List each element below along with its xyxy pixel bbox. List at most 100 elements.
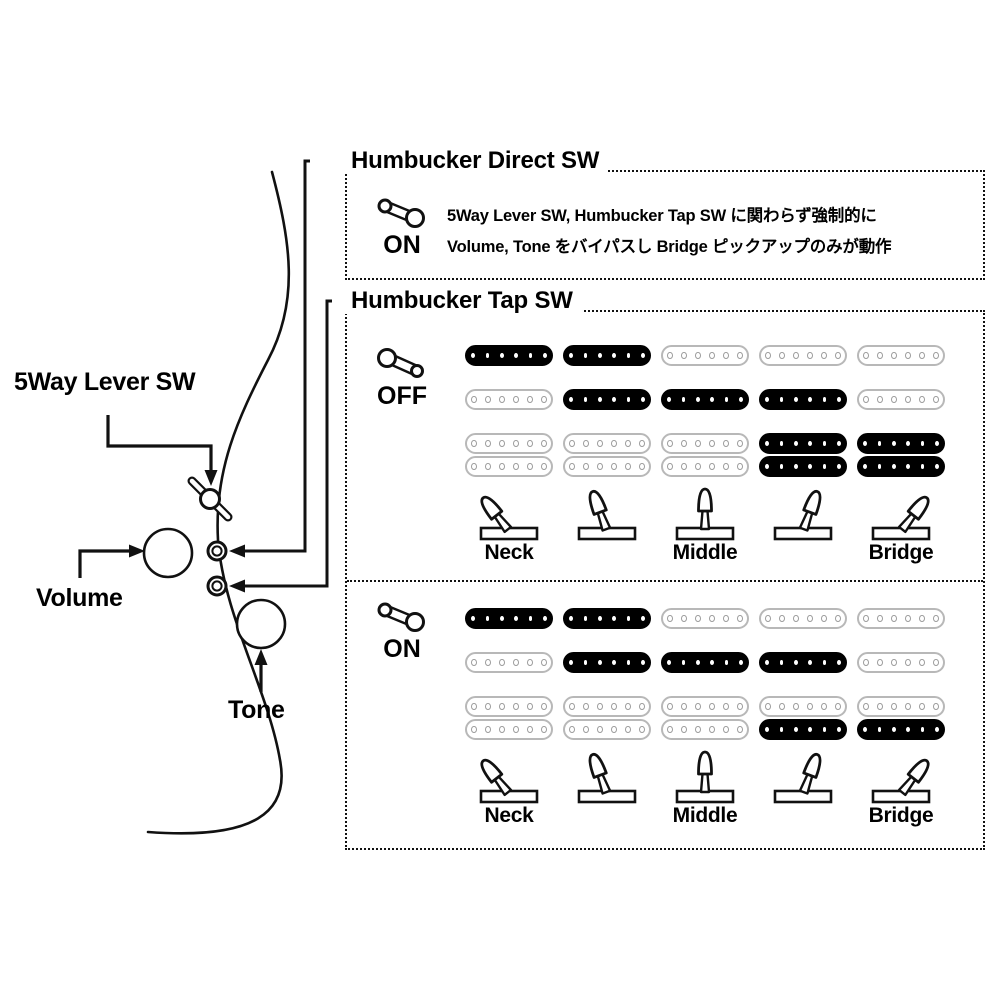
pole-piece xyxy=(710,397,715,402)
pole-piece xyxy=(541,440,547,447)
pole-piece xyxy=(934,441,939,446)
pole-piece xyxy=(639,703,645,710)
pole-piece xyxy=(471,353,476,358)
pole-piece xyxy=(905,396,911,403)
pole-piece xyxy=(667,440,673,447)
direct-sw-toggle: ON xyxy=(367,196,437,258)
single-coil xyxy=(465,608,553,629)
pole-piece xyxy=(485,726,491,733)
pole-piece xyxy=(569,726,575,733)
pole-piece xyxy=(905,659,911,666)
pole-piece xyxy=(737,703,743,710)
direct-sw-state-label: ON xyxy=(383,231,421,259)
pickup-bridge-humbucker-pos5 xyxy=(857,696,945,740)
pole-piece xyxy=(920,441,925,446)
lever-position-3[interactable] xyxy=(661,485,749,543)
pole-piece xyxy=(513,726,519,733)
pole-piece xyxy=(737,440,743,447)
single-coil xyxy=(759,389,847,410)
guitar-outline xyxy=(146,170,291,835)
pickup-bridge-humbucker-pos5 xyxy=(857,433,945,477)
single-coil xyxy=(661,345,749,366)
pole-piece xyxy=(569,463,575,470)
lever-position-2[interactable] xyxy=(563,485,651,543)
volume-knob xyxy=(142,527,194,579)
pole-piece xyxy=(807,615,813,622)
pole-piece xyxy=(640,397,645,402)
pickup-bridge-humbucker-pos2 xyxy=(563,433,651,477)
pole-piece xyxy=(779,703,785,710)
pole-piece xyxy=(471,463,477,470)
pole-piece xyxy=(822,397,827,402)
lever-position-4[interactable] xyxy=(759,748,847,806)
pickup-neck-single-coil-pos4 xyxy=(759,608,847,629)
lever-position-1[interactable] xyxy=(465,748,553,806)
pole-piece xyxy=(934,727,939,732)
pole-piece xyxy=(765,660,770,665)
pole-piece xyxy=(541,396,547,403)
pole-piece xyxy=(569,703,575,710)
single-coil xyxy=(759,608,847,629)
pole-piece xyxy=(499,616,504,621)
pole-piece xyxy=(583,463,589,470)
humbucker-top-coil xyxy=(465,433,553,454)
pole-piece xyxy=(569,353,574,358)
pole-piece xyxy=(611,440,617,447)
pole-piece xyxy=(597,660,602,665)
pole-piece xyxy=(807,352,813,359)
lever-position-5[interactable] xyxy=(857,748,945,806)
pole-piece xyxy=(807,703,813,710)
pole-piece xyxy=(485,440,491,447)
pole-piece xyxy=(709,440,715,447)
pole-piece xyxy=(499,703,505,710)
humbucker-top-coil xyxy=(465,696,553,717)
humbucker-bottom-coil xyxy=(563,456,651,477)
pole-piece xyxy=(471,396,477,403)
pole-piece xyxy=(765,615,771,622)
pole-piece xyxy=(583,397,588,402)
pole-piece xyxy=(821,352,827,359)
pole-piece xyxy=(793,660,798,665)
pole-piece xyxy=(822,441,827,446)
single-coil xyxy=(563,652,651,673)
pole-piece xyxy=(681,703,687,710)
lever-position-4[interactable] xyxy=(759,485,847,543)
pole-piece xyxy=(667,352,673,359)
pole-piece xyxy=(765,727,770,732)
pole-piece xyxy=(499,353,504,358)
pole-piece xyxy=(625,726,631,733)
pole-piece xyxy=(527,659,533,666)
lever-position-3[interactable] xyxy=(661,748,749,806)
pickup-neck-single-coil-pos1 xyxy=(465,345,553,366)
single-coil xyxy=(857,345,945,366)
humbucker-top-coil xyxy=(857,433,945,454)
pole-piece xyxy=(920,464,925,469)
pole-piece xyxy=(863,396,869,403)
pole-piece xyxy=(891,352,897,359)
pole-piece xyxy=(821,703,827,710)
lever-position-5[interactable] xyxy=(857,485,945,543)
pickup-bridge-humbucker-pos1 xyxy=(465,696,553,740)
pickup-middle-single-coil-pos3 xyxy=(661,389,749,410)
label-volume: Volume xyxy=(36,584,123,612)
single-coil xyxy=(857,652,945,673)
pole-piece xyxy=(779,615,785,622)
pickup-middle-single-coil-pos5 xyxy=(857,389,945,410)
pole-piece xyxy=(625,463,631,470)
pole-piece xyxy=(723,352,729,359)
pole-piece xyxy=(765,441,770,446)
leader-humbucker-direct xyxy=(243,159,310,553)
pole-piece xyxy=(485,659,491,666)
pole-piece xyxy=(905,352,911,359)
pole-piece xyxy=(765,352,771,359)
pole-piece xyxy=(527,726,533,733)
pole-piece xyxy=(919,615,925,622)
pole-piece xyxy=(528,353,533,358)
lever-position-1[interactable] xyxy=(465,485,553,543)
pole-piece xyxy=(765,397,770,402)
pole-piece xyxy=(612,660,617,665)
pole-piece xyxy=(877,396,883,403)
pole-piece xyxy=(485,703,491,710)
pole-piece xyxy=(527,396,533,403)
lever-position-2[interactable] xyxy=(563,748,651,806)
